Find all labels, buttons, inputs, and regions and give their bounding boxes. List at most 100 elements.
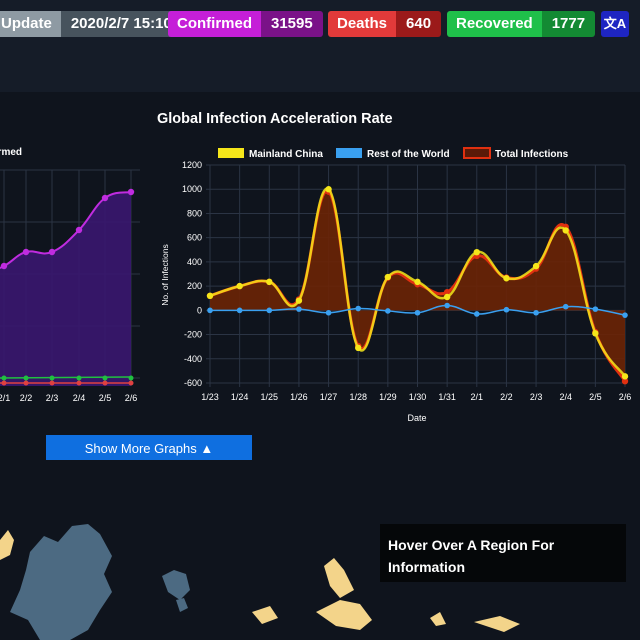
- deaths-point[interactable]: [49, 380, 55, 386]
- map-region-island-6[interactable]: [430, 612, 446, 626]
- mainland-china-point[interactable]: [325, 186, 332, 193]
- map-region-island-3[interactable]: [324, 558, 354, 598]
- recovered-line: [0, 376, 132, 379]
- deaths-point[interactable]: [23, 380, 29, 386]
- recovered-point[interactable]: [1, 375, 7, 381]
- confirmed-point[interactable]: [101, 194, 109, 202]
- legend-label[interactable]: Rest of the World: [367, 149, 450, 160]
- x-tick-label: 2/6: [619, 392, 632, 402]
- confirmed-point[interactable]: [0, 262, 8, 270]
- top-stats-bar: Update 2020/2/7 15:10 Confirmed 31595 De…: [0, 0, 640, 92]
- y-tick-label: 1000: [182, 184, 202, 194]
- map-region-left[interactable]: [0, 530, 14, 560]
- map-region-island-5[interactable]: [252, 606, 278, 624]
- left-x-tick-label: 2/1: [0, 393, 10, 403]
- update-pill: Update 2020/2/7 15:10: [0, 11, 182, 37]
- deaths-point[interactable]: [102, 380, 108, 386]
- y-tick-label: -600: [184, 378, 202, 388]
- confirmed-point[interactable]: [75, 226, 83, 234]
- map-region-island-4[interactable]: [316, 600, 372, 630]
- mainland-china-point[interactable]: [592, 330, 599, 337]
- rest-of-world-point[interactable]: [296, 306, 302, 312]
- rest-of-world-point[interactable]: [207, 307, 213, 314]
- mainland-china-point[interactable]: [206, 292, 214, 299]
- deaths-label: Deaths: [328, 11, 397, 37]
- deaths-point[interactable]: [128, 380, 134, 386]
- y-tick-label: 800: [187, 208, 202, 218]
- confirmed-area: [0, 192, 131, 386]
- recovered-point[interactable]: [23, 375, 29, 381]
- mainland-china-point[interactable]: [443, 293, 451, 301]
- confirmed-chart: 2/1 2/2 2/3 2/4 2/5 2/6: [0, 169, 140, 403]
- update-value: 2020/2/7 15:10: [60, 11, 182, 37]
- confirmed-point[interactable]: [48, 248, 56, 256]
- mainland-china-point[interactable]: [562, 227, 569, 234]
- y-tick-label: 600: [187, 233, 202, 243]
- mainland-china-point[interactable]: [384, 273, 392, 281]
- confirmed-point[interactable]: [22, 248, 30, 256]
- y-tick-label: 1200: [182, 160, 202, 170]
- y-tick-label: -200: [184, 330, 202, 340]
- x-tick-label: 1/24: [231, 392, 249, 402]
- legend-swatch[interactable]: [336, 148, 362, 158]
- recovered-value: 1777: [541, 11, 596, 37]
- legend-swatch[interactable]: [463, 147, 491, 159]
- mainland-china-point[interactable]: [473, 249, 480, 256]
- x-tick-label: 1/25: [261, 392, 279, 402]
- map-region-taiwan-area[interactable]: [10, 524, 112, 640]
- translate-icon[interactable]: 文A: [601, 11, 629, 37]
- left-x-tick-label: 2/6: [125, 393, 138, 403]
- y-tick-label: 0: [197, 305, 202, 315]
- y-axis-label: No. of Infections: [160, 244, 170, 305]
- x-tick-label: 1/31: [438, 392, 456, 402]
- x-tick-label: 1/29: [379, 392, 397, 402]
- left-x-tick-label: 2/5: [99, 393, 112, 403]
- recovered-point[interactable]: [49, 375, 55, 381]
- recovered-point[interactable]: [128, 375, 134, 381]
- legend-swatch[interactable]: [218, 148, 244, 158]
- y-tick-label: 400: [187, 257, 202, 267]
- mainland-china-point[interactable]: [236, 282, 243, 290]
- recovered-point[interactable]: [102, 375, 108, 381]
- rest-of-world-point[interactable]: [562, 303, 569, 310]
- mainland-china-point[interactable]: [414, 278, 421, 286]
- recovered-point[interactable]: [76, 375, 82, 381]
- rest-of-world-point[interactable]: [325, 309, 332, 316]
- mainland-china-point[interactable]: [503, 275, 510, 282]
- mainland-china-point[interactable]: [295, 297, 303, 304]
- deaths-point[interactable]: [1, 380, 7, 386]
- recovered-pill: Recovered 1777: [447, 11, 596, 37]
- rest-of-world-point[interactable]: [622, 312, 628, 318]
- rest-of-world-point[interactable]: [444, 302, 450, 309]
- map-region-island-1[interactable]: [162, 570, 190, 600]
- left-x-tick-label: 2/4: [73, 393, 86, 403]
- mainland-china-point[interactable]: [532, 262, 540, 270]
- rest-of-world-point[interactable]: [414, 309, 421, 316]
- rest-of-world-point[interactable]: [533, 309, 539, 316]
- x-tick-label: 1/30: [409, 392, 427, 402]
- mainland-china-point[interactable]: [355, 344, 362, 352]
- rest-of-world-point[interactable]: [503, 306, 510, 313]
- confirmed-legend-label: Confirmed: [0, 147, 22, 158]
- legend-label[interactable]: Total Infections: [495, 149, 569, 160]
- x-tick-label: 1/23: [201, 392, 219, 402]
- rest-of-world-point[interactable]: [266, 307, 273, 314]
- mainland-china-point[interactable]: [266, 278, 273, 286]
- x-tick-label: 1/27: [320, 392, 338, 402]
- legend-label[interactable]: Mainland China: [249, 149, 323, 160]
- left-x-tick-label: 2/3: [46, 393, 59, 403]
- rest-of-world-point[interactable]: [236, 307, 243, 314]
- x-tick-label: 2/1: [471, 392, 484, 402]
- rest-of-world-point[interactable]: [355, 305, 362, 312]
- confirmed-point[interactable]: [127, 188, 135, 196]
- map-region-island-2[interactable]: [176, 598, 188, 612]
- rest-of-world-point[interactable]: [473, 311, 480, 317]
- mainland-china-point[interactable]: [621, 373, 629, 380]
- region-info-box: Hover Over A Region For Information: [380, 524, 626, 582]
- rest-of-world-point[interactable]: [385, 308, 391, 314]
- x-tick-label: 2/4: [559, 392, 572, 402]
- show-more-graphs-button[interactable]: Show More Graphs ▲: [46, 435, 252, 460]
- deaths-point[interactable]: [76, 380, 82, 386]
- map-region-island-7[interactable]: [474, 616, 520, 632]
- rest-of-world-point[interactable]: [592, 306, 599, 312]
